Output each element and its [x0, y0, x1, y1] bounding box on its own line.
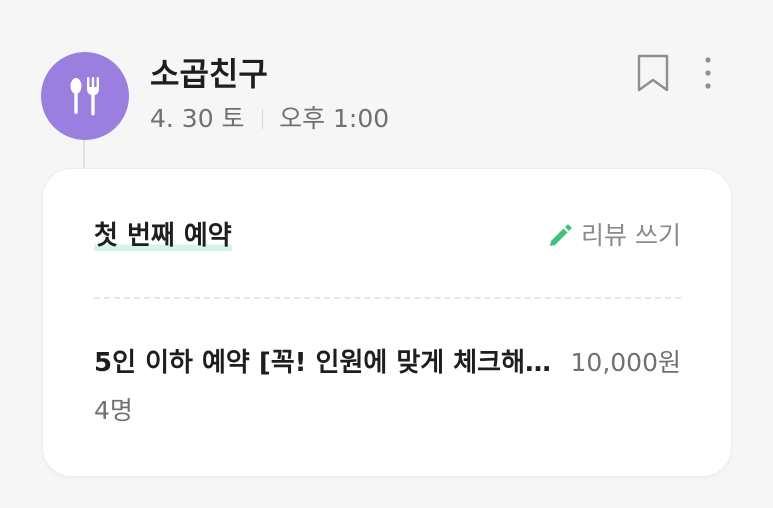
order-label: 첫 번째 예약	[94, 218, 232, 254]
meta-separator	[261, 109, 264, 129]
reservation-time: 오후 1:00	[279, 104, 390, 133]
more-options-button[interactable]	[692, 52, 724, 94]
pencil-icon	[547, 223, 573, 249]
utensils-icon	[70, 77, 99, 116]
more-vertical-icon	[705, 57, 711, 89]
bookmark-icon	[637, 54, 669, 92]
reservation-datetime: 4. 30 토 오후 1:00	[150, 101, 389, 137]
menu-item-quantity: 4명	[94, 396, 133, 425]
shop-name[interactable]: 소곱친구	[150, 52, 268, 96]
reservation-card: 첫 번째 예약 리뷰 쓰기 5인 이하 예약 [꼭! 인원에 맞게 체크해주세요…	[43, 169, 731, 476]
reservation-date: 4. 30 토	[150, 104, 245, 133]
menu-item-name: 5인 이하 예약 [꼭! 인원에 맞게 체크해주세요]	[94, 348, 568, 378]
write-review-label: 리뷰 쓰기	[581, 221, 681, 250]
bookmark-button[interactable]	[632, 52, 674, 94]
card-divider	[94, 297, 681, 299]
write-review-button[interactable]: 리뷰 쓰기	[547, 218, 681, 254]
shop-avatar[interactable]	[41, 52, 129, 140]
menu-item-price: 10,000원	[570, 348, 681, 377]
